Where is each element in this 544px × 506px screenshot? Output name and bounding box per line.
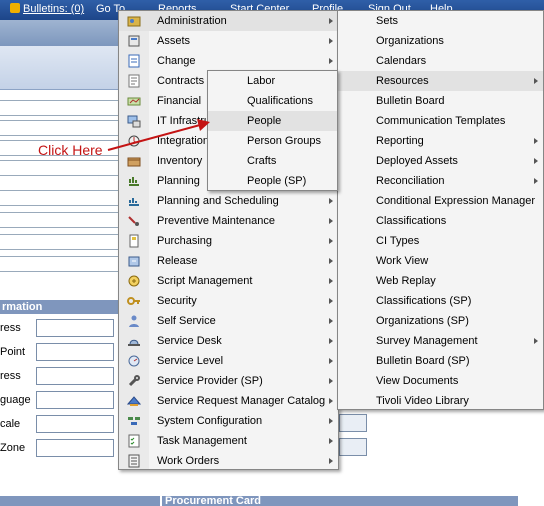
callout-arrow xyxy=(107,119,210,151)
